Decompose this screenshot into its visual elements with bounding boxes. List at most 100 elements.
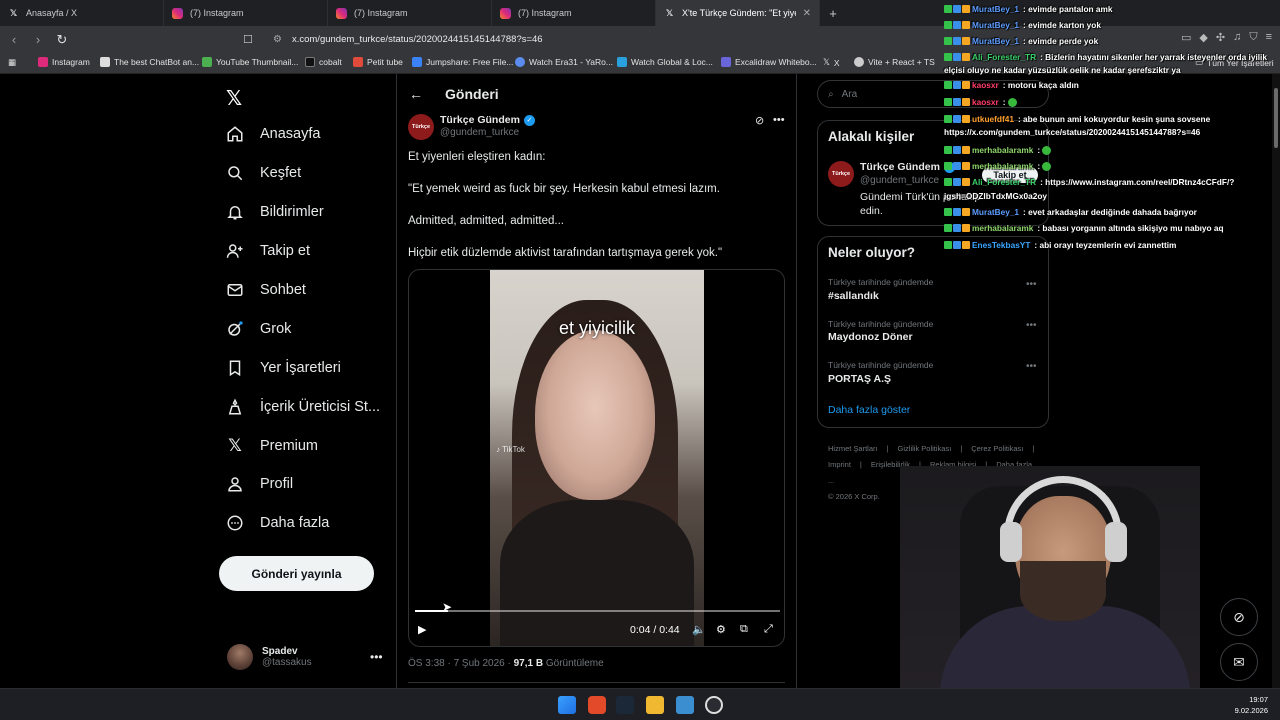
- nav-item-more[interactable]: Daha fazla: [224, 508, 329, 538]
- chat-username[interactable]: kaosxr: [972, 97, 999, 107]
- scrollbar-thumb[interactable]: [1274, 88, 1278, 148]
- chat-username[interactable]: MuratBey_1: [972, 4, 1019, 14]
- author-name[interactable]: Türkçe Gündem: [440, 114, 520, 126]
- new-tab-button[interactable]: +: [820, 0, 846, 26]
- footer-link[interactable]: Gizlilik Politikası: [898, 444, 952, 453]
- trend-item[interactable]: #sallandık: [828, 290, 879, 302]
- messages-fab-icon[interactable]: ✉: [1220, 643, 1258, 681]
- bookmark-star-icon[interactable]: ☐: [243, 33, 255, 46]
- url-field[interactable]: ☐ ⚙ x.com/gundem_turkce/status/202002441…: [243, 30, 913, 49]
- nav-item-home[interactable]: Anasayfa: [224, 119, 320, 149]
- related-name-row[interactable]: Türkçe Gündem ✓: [860, 161, 955, 173]
- grok-fab-icon[interactable]: ⊘: [1220, 598, 1258, 636]
- nav-item-profile[interactable]: Profil: [224, 469, 293, 499]
- related-name[interactable]: Türkçe Gündem: [860, 161, 940, 173]
- browser-tab[interactable]: 𝕏 Anasayfa / X: [0, 0, 164, 26]
- chat-username[interactable]: Ali_Forester_TR: [972, 177, 1036, 187]
- back-arrow-icon[interactable]: ←: [409, 86, 423, 102]
- nav-item-premium[interactable]: 𝕏 Premium: [224, 431, 318, 461]
- trend-item[interactable]: Maydonoz Döner: [828, 331, 913, 343]
- close-tab-icon[interactable]: ✕: [803, 8, 811, 19]
- pip-icon[interactable]: ⧉: [740, 623, 748, 636]
- footer-link[interactable]: Çerez Politikası: [971, 444, 1023, 453]
- file-explorer-icon[interactable]: [646, 696, 664, 714]
- chat-username[interactable]: MuratBey_1: [972, 207, 1019, 217]
- site-settings-icon[interactable]: ⚙: [273, 34, 282, 45]
- nav-item-follow[interactable]: Takip et: [224, 236, 310, 266]
- chat-username[interactable]: kaosxr: [972, 80, 999, 90]
- chat-username[interactable]: MuratBey_1: [972, 36, 1019, 46]
- chat-username[interactable]: utkuefdf41: [972, 114, 1014, 124]
- chat-username[interactable]: merhabalaramk: [972, 145, 1033, 155]
- x-logo-icon[interactable]: 𝕏: [226, 86, 242, 111]
- more-horizontal-icon[interactable]: •••: [1026, 320, 1037, 331]
- trend-item[interactable]: PORTAŞ A.Ş: [828, 373, 891, 385]
- account-switcher[interactable]: Spadev @tassakus: [227, 644, 312, 670]
- browser-tab-active[interactable]: 𝕏 X'te Türkçe Gündem: "Et yiyen ✕: [656, 0, 820, 26]
- more-horizontal-icon[interactable]: •••: [1026, 279, 1037, 290]
- more-horizontal-icon[interactable]: •••: [773, 114, 785, 126]
- nav-item-notifications[interactable]: Bildirimler: [224, 197, 324, 227]
- chat-username[interactable]: Ali_Forester_TR: [972, 52, 1036, 62]
- bookmark-item[interactable]: Excalidraw Whitebo...: [721, 57, 817, 67]
- nav-item-chat[interactable]: Sohbet: [224, 275, 306, 305]
- footer-link[interactable]: Imprint: [828, 460, 851, 469]
- media-app-icon[interactable]: [676, 696, 694, 714]
- chat-username[interactable]: merhabalaramk: [972, 161, 1033, 171]
- play-icon[interactable]: ▶: [418, 623, 426, 636]
- url-text[interactable]: x.com/gundem_turkce/status/2020024415145…: [292, 34, 543, 45]
- footer-link[interactable]: Hizmet Şartları: [828, 444, 878, 453]
- author-name-row[interactable]: Türkçe Gündem ✓: [440, 114, 535, 126]
- music-icon[interactable]: ♫: [1233, 31, 1241, 44]
- bookmark-item[interactable]: The best ChatBot an...: [100, 57, 199, 67]
- browser-tab[interactable]: (7) Instagram: [328, 0, 492, 26]
- back-arrow-icon[interactable]: ‹: [4, 30, 24, 50]
- more-horizontal-icon[interactable]: •••: [370, 650, 383, 664]
- bookmark-item[interactable]: cobalt: [305, 57, 342, 67]
- cast-icon[interactable]: ▭: [1181, 31, 1191, 44]
- reload-icon[interactable]: ↻: [52, 30, 72, 50]
- post-button[interactable]: Gönderi yayınla: [219, 556, 374, 591]
- apps-grid-icon[interactable]: ▦: [8, 57, 16, 68]
- nav-item-bookmarks[interactable]: Yer İşaretleri: [224, 353, 341, 383]
- chat-username[interactable]: merhabalaramk: [972, 223, 1033, 233]
- post-timestamp[interactable]: ÖS 3:38 · 7 Şub 2026 ·: [408, 658, 514, 669]
- extension-icon[interactable]: ◆: [1199, 31, 1207, 44]
- nav-item-creator-studio[interactable]: İçerik Üreticisi St...: [224, 392, 380, 422]
- video-progress-bar[interactable]: [415, 610, 780, 612]
- windows-start-icon[interactable]: [558, 696, 576, 714]
- nav-item-grok[interactable]: Grok: [224, 314, 291, 344]
- brave-browser-icon[interactable]: [588, 696, 606, 714]
- author-handle[interactable]: @gundem_turkce: [440, 127, 519, 138]
- grok-icon[interactable]: ⊘: [755, 114, 764, 127]
- steam-icon[interactable]: [616, 696, 634, 714]
- settings-gear-icon[interactable]: ⚙: [716, 623, 726, 636]
- show-more-link[interactable]: Daha fazla göster: [828, 404, 910, 416]
- bookmark-item[interactable]: Jumpshare: Free File...: [412, 57, 513, 67]
- fullscreen-icon[interactable]: ⤢: [764, 623, 773, 636]
- volume-icon[interactable]: 🔈: [692, 623, 706, 636]
- puzzle-icon[interactable]: ✣: [1216, 31, 1225, 44]
- browser-tab[interactable]: (7) Instagram: [164, 0, 328, 26]
- video-frame[interactable]: et yiyicilik ♪ TikTok: [490, 270, 704, 646]
- bookmark-item[interactable]: Watch Global & Loc...: [617, 57, 713, 67]
- obs-icon[interactable]: [705, 696, 723, 714]
- bookmark-item[interactable]: YouTube Thumbnail...: [202, 57, 298, 67]
- bookmark-item[interactable]: Instagram: [38, 57, 90, 67]
- forward-arrow-icon[interactable]: ›: [28, 30, 48, 50]
- bookmark-item[interactable]: Watch Era31 - YaRo...: [515, 57, 613, 67]
- bookmark-item[interactable]: Petit tube: [353, 57, 403, 67]
- browser-tab[interactable]: (7) Instagram: [492, 0, 656, 26]
- bookmark-item[interactable]: Vite + React + TS: [854, 57, 935, 67]
- related-handle[interactable]: @gundem_turkce: [860, 175, 939, 186]
- bookmark-item[interactable]: 𝕏X: [823, 57, 840, 68]
- related-avatar[interactable]: Türkçe: [828, 161, 854, 187]
- page-scrollbar[interactable]: [1272, 74, 1280, 688]
- chat-username[interactable]: EnesTekbasYT: [972, 240, 1030, 250]
- more-horizontal-icon[interactable]: •••: [1026, 361, 1037, 372]
- video-player[interactable]: et yiyicilik ♪ TikTok ▶ 0:04 / 0:44 🔈 ⚙ …: [408, 269, 785, 647]
- menu-icon[interactable]: ≡: [1266, 31, 1272, 44]
- shield-icon[interactable]: ⛉: [1249, 31, 1257, 44]
- system-clock[interactable]: 19:07 9.02.2026: [1235, 694, 1268, 716]
- author-avatar[interactable]: Türkçe: [408, 114, 434, 140]
